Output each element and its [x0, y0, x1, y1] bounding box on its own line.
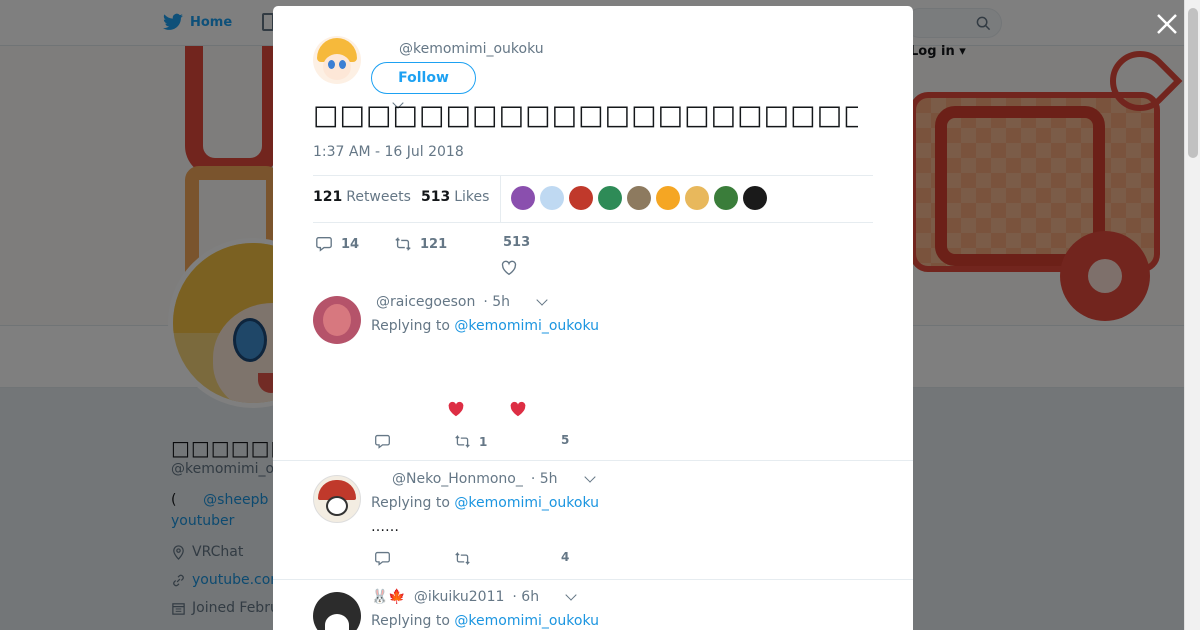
- reply-header: 🐰🍁 @ikuiku2011 · 6h: [371, 589, 577, 605]
- reply-tweet[interactable]: @Neko_Honmono_ · 5h Replying to @kemomim…: [273, 462, 913, 580]
- liker-avatar[interactable]: [540, 186, 564, 210]
- replying-prefix: Replying to: [371, 495, 450, 511]
- liker-avatar[interactable]: [569, 186, 593, 210]
- like-count-label: 513: [503, 235, 530, 250]
- replying-prefix: Replying to: [371, 613, 450, 629]
- name-emoji: 🐰🍁: [371, 589, 406, 605]
- reply-header: @Neko_Honmono_ · 5h: [371, 471, 596, 487]
- liker-avatar[interactable]: [685, 186, 709, 210]
- red-heart-emoji-icon: [510, 401, 526, 417]
- replying-to: Replying to @kemomimi_oukoku: [371, 613, 599, 629]
- red-heart-emoji-icon: [448, 401, 464, 417]
- reply-avatar[interactable]: [313, 475, 361, 523]
- replying-to-link[interactable]: @kemomimi_oukoku: [454, 318, 599, 334]
- retweets-count: 121: [313, 189, 343, 205]
- retweet-count: 121: [420, 236, 448, 252]
- liker-avatar[interactable]: [714, 186, 738, 210]
- follow-button[interactable]: Follow: [371, 62, 476, 94]
- liker-avatar[interactable]: [656, 186, 680, 210]
- author-handle[interactable]: @kemomimi_oukoku: [399, 41, 544, 57]
- scrollbar-thumb[interactable]: [1188, 8, 1198, 158]
- liker-avatar[interactable]: [743, 186, 767, 210]
- reply-actions: 4: [371, 550, 671, 570]
- replying-to-link[interactable]: @kemomimi_oukoku: [454, 613, 599, 629]
- like-button[interactable]: 4: [561, 550, 569, 564]
- tweet-text: □□□□□□□□□□□□□□□□□□□□□□□□□□□□□□□□□□□□□□□□…: [313, 100, 858, 131]
- retweet-icon: [395, 236, 411, 252]
- reply-time[interactable]: · 6h: [512, 589, 539, 605]
- reply-icon: [375, 551, 390, 566]
- chevron-down-icon[interactable]: [536, 294, 548, 306]
- likes-stat[interactable]: 513 Likes: [421, 189, 489, 205]
- replying-prefix: Replying to: [371, 318, 450, 334]
- liker-avatar[interactable]: [598, 186, 622, 210]
- reply-handle[interactable]: @Neko_Honmono_: [392, 471, 523, 487]
- reply-avatar[interactable]: [313, 592, 361, 630]
- reply-time[interactable]: · 5h: [483, 294, 510, 310]
- reply-handle[interactable]: @ikuiku2011: [414, 589, 505, 605]
- like-heart-icon[interactable]: [500, 259, 518, 277]
- author-avatar[interactable]: [313, 36, 361, 84]
- like-count: 4: [561, 550, 570, 564]
- reply-text: ……: [371, 519, 399, 535]
- reply-count: 14: [341, 236, 360, 252]
- reply-handle[interactable]: @raicegoeson: [376, 294, 475, 310]
- tweet-actions: 14 121 513: [313, 235, 873, 277]
- reply-button[interactable]: 14: [315, 235, 359, 253]
- close-icon[interactable]: [1155, 12, 1179, 36]
- reply-icon: [316, 237, 332, 252]
- likes-label: Likes: [454, 189, 490, 205]
- likes-count: 513: [421, 189, 451, 205]
- like-count: 513: [503, 235, 531, 250]
- reply-header: @raicegoeson · 5h: [371, 294, 548, 310]
- like-count: 5: [561, 433, 570, 447]
- replying-to: Replying to @kemomimi_oukoku: [371, 495, 599, 511]
- chevron-down-icon[interactable]: [565, 589, 577, 601]
- retweet-icon: [455, 434, 470, 449]
- retweets-label: Retweets: [346, 189, 411, 205]
- chevron-down-icon[interactable]: [583, 471, 596, 483]
- reply-icon: [375, 434, 390, 449]
- reply-button[interactable]: [374, 550, 391, 567]
- replying-to-link[interactable]: @kemomimi_oukoku: [454, 495, 599, 511]
- liker-avatars: [511, 186, 767, 210]
- retweet-icon: [455, 551, 470, 566]
- retweet-count: 1: [479, 434, 488, 449]
- reply-actions: 1 5: [371, 433, 671, 453]
- tweet-stats: 121 Retweets 513 Likes: [313, 175, 873, 223]
- liker-avatar[interactable]: [627, 186, 651, 210]
- like-button[interactable]: 5: [561, 433, 569, 447]
- reply-avatar[interactable]: [313, 296, 361, 344]
- retweets-stat[interactable]: 121 Retweets: [313, 189, 411, 205]
- retweet-button[interactable]: [454, 550, 471, 567]
- retweet-button[interactable]: 1: [454, 433, 487, 450]
- replying-to: Replying to @kemomimi_oukoku: [371, 318, 599, 334]
- tweet-permalink-modal: @kemomimi_oukoku Follow □□□□□□□□□□□□□□□□…: [273, 6, 913, 630]
- tweet-timestamp[interactable]: 1:37 AM - 16 Jul 2018: [313, 144, 464, 160]
- page-scrollbar[interactable]: [1184, 0, 1200, 630]
- reply-tweet[interactable]: 🐰🍁 @ikuiku2011 · 6h Replying to @kemomim…: [273, 580, 913, 630]
- retweet-button[interactable]: 121: [394, 235, 447, 253]
- reply-tweet[interactable]: @raicegoeson · 5h Replying to @kemomimi_…: [273, 285, 913, 461]
- reply-time[interactable]: · 5h: [531, 471, 558, 487]
- reply-button[interactable]: [374, 433, 391, 450]
- stats-divider: [500, 176, 501, 223]
- liker-avatar[interactable]: [511, 186, 535, 210]
